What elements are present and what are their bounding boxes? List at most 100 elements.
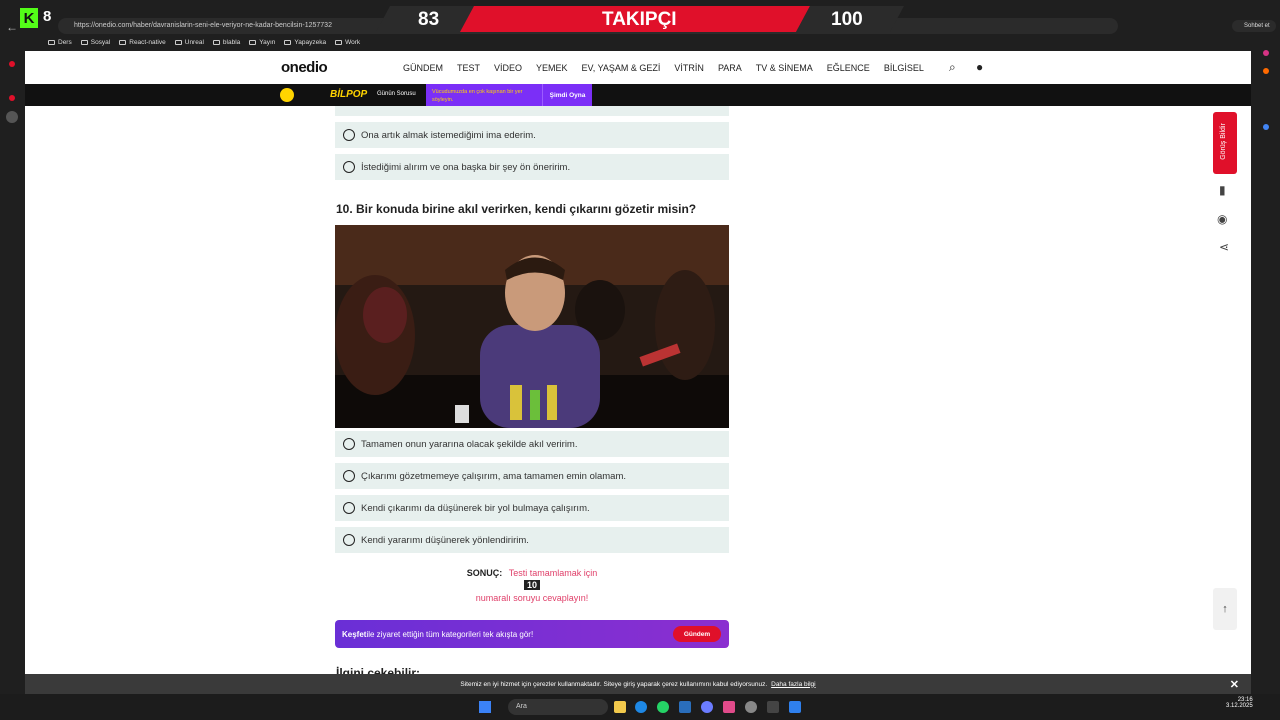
scroll-top-button[interactable]: ↑ bbox=[1213, 588, 1237, 630]
quiz-option-label: Kendi çıkarımı da düşünerek bir yol bulm… bbox=[361, 502, 590, 514]
bookmark-label: Ders bbox=[58, 39, 72, 46]
discover-bold: Keşfet bbox=[342, 629, 367, 639]
radio-icon[interactable] bbox=[343, 502, 355, 514]
file-explorer-icon[interactable] bbox=[614, 701, 626, 713]
menu-item[interactable]: BİLGİSEL bbox=[884, 63, 924, 73]
follower-count: 83 bbox=[418, 9, 440, 30]
browser-sidebar-left bbox=[0, 51, 25, 694]
sidebar-dot-icon bbox=[1263, 68, 1269, 74]
sidebar-app-icon[interactable] bbox=[6, 111, 18, 123]
close-icon[interactable]: ✕ bbox=[1230, 678, 1239, 691]
folder-icon bbox=[212, 40, 220, 45]
bookmark-item[interactable]: Yapayzeka bbox=[284, 39, 326, 46]
feedback-button[interactable]: Görüş Bildir bbox=[1213, 112, 1237, 174]
discover-banner[interactable]: Keşfet ile ziyaret ettiğin tüm kategoril… bbox=[335, 620, 729, 648]
quiz-option[interactable]: Tamamen onun yararına olacak şekilde akı… bbox=[335, 431, 729, 457]
quiz-option-label: İstediğimi alırım ve ona başka bir şey ö… bbox=[361, 161, 571, 173]
smiley-icon bbox=[280, 88, 294, 102]
whatsapp-icon[interactable] bbox=[657, 701, 669, 713]
result-line1: Testi tamamlamak için bbox=[508, 568, 598, 578]
bookmark-label: Sosyal bbox=[90, 39, 111, 46]
app-icon[interactable] bbox=[701, 701, 713, 713]
site-logo[interactable]: onedio bbox=[281, 59, 328, 76]
vscode-icon[interactable] bbox=[789, 701, 801, 713]
steam-icon[interactable] bbox=[679, 701, 691, 713]
radio-icon[interactable] bbox=[343, 129, 355, 141]
bookmark-item[interactable]: Ders bbox=[48, 39, 72, 46]
cookie-bar: Sitemiz en iyi hizmet için çerezler kull… bbox=[25, 674, 1251, 694]
play-now-button[interactable]: Şimdi Oyna bbox=[542, 84, 592, 106]
feedback-label: Görüş Bildir bbox=[1219, 123, 1227, 160]
gundem-button[interactable]: Gündem bbox=[673, 626, 721, 642]
search-icon[interactable]: ⌕ bbox=[949, 60, 956, 75]
menu-item[interactable]: PARA bbox=[718, 63, 742, 73]
quiz-option-partial[interactable] bbox=[335, 106, 729, 116]
web-page: onedio GÜNDEM TEST VİDEO YEMEK EV, YAŞAM & G… bbox=[25, 51, 1251, 694]
menu-item[interactable]: TV & SİNEMA bbox=[756, 63, 813, 73]
result-label: SONUÇ: bbox=[466, 568, 503, 578]
edge-icon[interactable] bbox=[635, 701, 647, 713]
user-icon[interactable]: ● bbox=[976, 60, 983, 74]
bookmark-label: blabla bbox=[222, 39, 241, 46]
quiz-option-label: Tamamen onun yararına olacak şekilde akı… bbox=[361, 438, 578, 450]
site-header: onedio GÜNDEM TEST VİDEO YEMEK EV, YAŞAM & G… bbox=[25, 51, 1251, 84]
radio-icon[interactable] bbox=[343, 534, 355, 546]
sidebar-dot-icon bbox=[1263, 124, 1269, 130]
result-question-number[interactable]: 10 bbox=[523, 580, 540, 590]
bookmark-item[interactable]: blabla bbox=[212, 39, 241, 46]
quiz-option[interactable]: İstediğimi alırım ve ona başka bir şey ö… bbox=[335, 154, 729, 180]
sidebar-dot-icon bbox=[1263, 50, 1269, 56]
menu-item[interactable]: YEMEK bbox=[536, 63, 568, 73]
clock[interactable]: 23:16 3.12.2025 bbox=[1226, 697, 1253, 709]
radio-icon[interactable] bbox=[343, 438, 355, 450]
sidebar-dot-icon bbox=[9, 95, 15, 101]
back-icon[interactable]: ← bbox=[6, 20, 18, 34]
radio-icon[interactable] bbox=[343, 161, 355, 173]
comments-icon[interactable]: ◉ bbox=[1217, 212, 1227, 226]
quiz-option-label: Çıkarımı gözetmemeye çalışırım, ama tama… bbox=[361, 470, 627, 482]
share-icon[interactable]: ⋖ bbox=[1219, 240, 1229, 254]
folder-icon bbox=[249, 40, 257, 45]
bookmark-label: Unreal bbox=[184, 39, 204, 46]
menu-item[interactable]: EV, YAŞAM & GEZİ bbox=[582, 63, 661, 73]
quiz-option-label: Ona artık almak istemediğimi ima ederim. bbox=[361, 129, 536, 141]
windows-start-icon[interactable] bbox=[479, 701, 491, 713]
taskbar: Ara 23:16 3.12.2025 bbox=[0, 694, 1280, 720]
quiz-option[interactable]: Kendi yararımı düşünerek yönlendiririm. bbox=[335, 527, 729, 553]
terminal-icon[interactable] bbox=[767, 701, 779, 713]
cookie-more-link[interactable]: Daha fazla bilgi bbox=[771, 681, 815, 688]
kick-viewer-count: 8 bbox=[43, 8, 52, 25]
question-image bbox=[335, 225, 729, 428]
menu-item[interactable]: EĞLENCE bbox=[827, 63, 870, 73]
folder-icon bbox=[174, 40, 182, 45]
app-icon[interactable] bbox=[723, 701, 735, 713]
quiz-option[interactable]: Ona artık almak istemediğimi ima ederim. bbox=[335, 122, 729, 148]
bookmark-item[interactable]: Work bbox=[335, 39, 360, 46]
promo-bar: BİLPOP Günün Sorusu Vücudumuzda en çok k… bbox=[25, 84, 1251, 106]
bookmarks-bar: Ders Sosyal React-native Unreal blabla Yayın Y… bbox=[0, 36, 1280, 51]
radio-icon[interactable] bbox=[343, 470, 355, 482]
browser-sidebar-right bbox=[1251, 36, 1280, 694]
bookmark-label: Yapayzeka bbox=[294, 39, 327, 46]
menu-item[interactable]: TEST bbox=[457, 63, 480, 73]
promo-subtitle: Günün Sorusu bbox=[377, 91, 416, 97]
result-line2: numaralı soruyu cevaplayın! bbox=[475, 593, 589, 603]
promo-question: Vücudumuzda en çok kaşınan bir yer söyle… bbox=[426, 84, 542, 106]
bookmark-item[interactable]: Yayın bbox=[249, 39, 275, 46]
chat-button[interactable]: Sohbet et bbox=[1232, 20, 1276, 32]
bookmark-item[interactable]: Sosyal bbox=[80, 39, 111, 46]
quiz-option[interactable]: Çıkarımı gözetmemeye çalışırım, ama tama… bbox=[335, 463, 729, 489]
folder-icon bbox=[335, 40, 343, 45]
app-icon[interactable] bbox=[745, 701, 757, 713]
bookmark-label: Yayın bbox=[259, 39, 276, 46]
quiz-option[interactable]: Kendi çıkarımı da düşünerek bir yol bulm… bbox=[335, 495, 729, 521]
clock-date: 3.12.2025 bbox=[1226, 703, 1253, 709]
bookmark-item[interactable]: Unreal bbox=[174, 39, 204, 46]
taskbar-search[interactable]: Ara bbox=[508, 699, 608, 715]
menu-item[interactable]: GÜNDEM bbox=[403, 63, 443, 73]
bookmark-icon[interactable]: ▮ bbox=[1219, 183, 1226, 197]
menu-item[interactable]: VİDEO bbox=[494, 63, 522, 73]
folder-icon bbox=[48, 40, 55, 45]
bookmark-item[interactable]: React-native bbox=[119, 39, 166, 46]
menu-item[interactable]: VİTRİN bbox=[674, 63, 704, 73]
